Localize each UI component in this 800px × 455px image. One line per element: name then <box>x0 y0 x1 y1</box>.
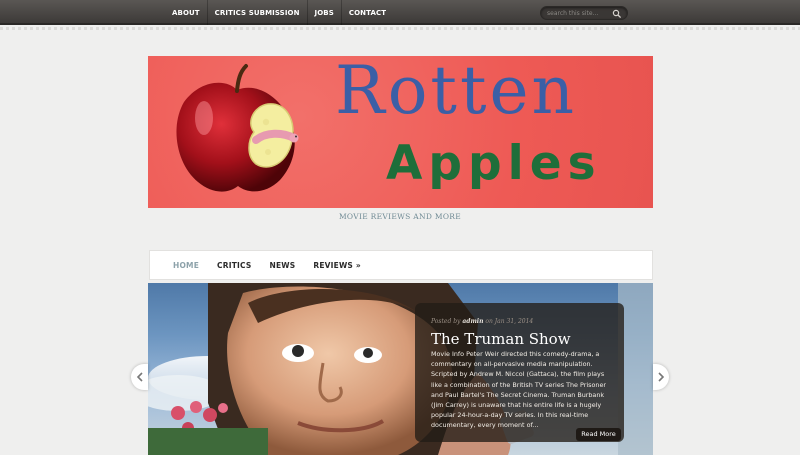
chevron-right-icon <box>658 372 665 382</box>
nav-reviews[interactable]: REVIEWS » <box>304 261 370 270</box>
topnav-critics-submission[interactable]: CRITICS SUBMISSION <box>208 0 308 25</box>
topnav-jobs[interactable]: JOBS <box>308 0 342 25</box>
header-divider <box>0 27 800 30</box>
meta-date: on Jan 31, 2014 <box>485 318 534 325</box>
site-subtitle: Apples <box>386 136 602 191</box>
slider-next-button[interactable] <box>653 364 669 390</box>
search-box <box>540 6 628 20</box>
site-banner[interactable]: Rotten Apples <box>148 56 653 208</box>
top-nav: ABOUT CRITICS SUBMISSION JOBS CONTACT <box>165 0 393 25</box>
site-title: Rotten <box>335 56 578 129</box>
nav-news[interactable]: NEWS <box>260 261 304 270</box>
slide-excerpt: Movie Info Peter Weir directed this come… <box>431 350 607 430</box>
nav-critics[interactable]: CRITICS <box>208 261 260 270</box>
slider-prev-button[interactable] <box>131 364 148 390</box>
search-icon[interactable] <box>612 9 622 19</box>
meta-prefix: Posted by <box>431 318 461 325</box>
chevron-left-icon <box>136 372 143 382</box>
topnav-about[interactable]: ABOUT <box>165 0 208 25</box>
main-nav: HOME CRITICS NEWS REVIEWS » <box>149 250 653 280</box>
nav-home[interactable]: HOME <box>164 261 208 270</box>
search-input[interactable] <box>547 8 613 19</box>
site-tagline: MOVIE REVIEWS AND MORE <box>338 212 462 221</box>
meta-author[interactable]: admin <box>462 318 483 325</box>
slide-title[interactable]: The Truman Show <box>431 330 571 348</box>
post-meta: Posted by admin on Jan 31, 2014 <box>431 318 533 325</box>
apple-logo-icon <box>176 64 299 192</box>
topnav-contact[interactable]: CONTACT <box>342 0 393 25</box>
read-more-button[interactable]: Read More <box>576 428 621 441</box>
slide-caption: Posted by admin on Jan 31, 2014 The Trum… <box>415 303 624 442</box>
top-bar: ABOUT CRITICS SUBMISSION JOBS CONTACT <box>0 0 800 25</box>
